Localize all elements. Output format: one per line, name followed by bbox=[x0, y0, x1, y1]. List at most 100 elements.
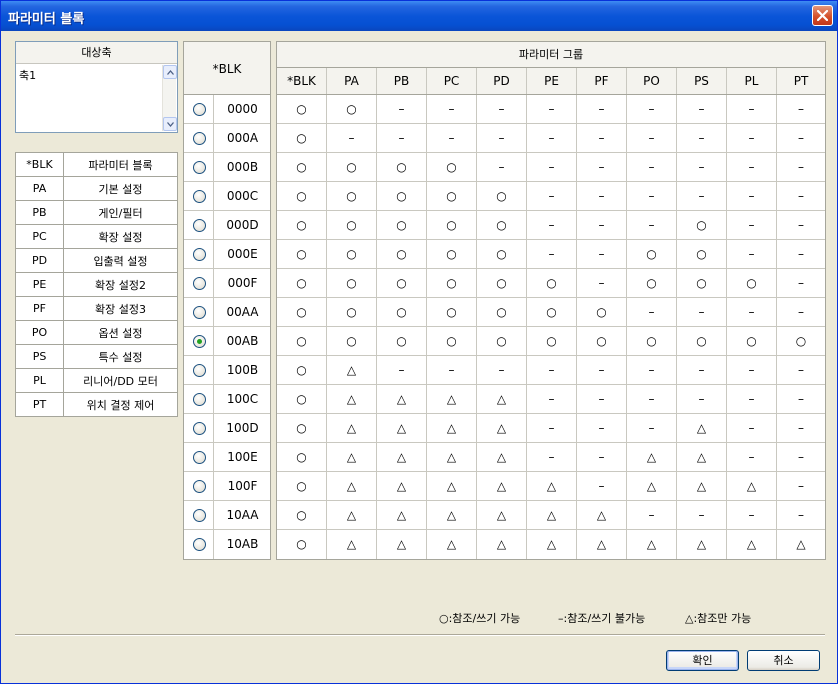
access-cell: – bbox=[527, 356, 577, 384]
access-cell: – bbox=[798, 479, 804, 493]
blk-radio[interactable] bbox=[193, 190, 206, 203]
access-cell: ○ bbox=[277, 356, 327, 384]
blk-radio[interactable] bbox=[193, 538, 206, 551]
access-cell: ○ bbox=[627, 240, 677, 268]
scroll-down-button[interactable] bbox=[163, 117, 177, 131]
table-row: ○ △ △ △ △ △ △ △ △ △ △ bbox=[277, 530, 825, 559]
blk-row[interactable]: 100B bbox=[184, 356, 270, 385]
legend-description: 위치 결정 제어 bbox=[63, 392, 178, 417]
access-cell: ○ bbox=[477, 269, 527, 297]
blk-radio-cell bbox=[184, 530, 214, 559]
target-axis-header: 대상축 bbox=[16, 42, 177, 64]
blk-row[interactable]: 100E bbox=[184, 443, 270, 472]
axis-scrollbar[interactable] bbox=[162, 65, 177, 131]
access-cell: ○ bbox=[577, 298, 627, 326]
access-cell: – bbox=[677, 124, 727, 152]
blk-radio[interactable] bbox=[193, 219, 206, 232]
access-cell: – bbox=[527, 124, 577, 152]
legend-read-only: △:참조만 가능 bbox=[685, 612, 752, 625]
blk-radio[interactable] bbox=[193, 161, 206, 174]
legend-read-write: ○:참조/쓰기 가능 bbox=[439, 612, 521, 625]
access-cell: ○ bbox=[477, 327, 527, 355]
blk-row[interactable]: 000D bbox=[184, 211, 270, 240]
blk-row[interactable]: 000E bbox=[184, 240, 270, 269]
access-cell: – bbox=[727, 414, 777, 442]
access-cell: – bbox=[677, 356, 727, 384]
axis-list-body[interactable]: 축1 bbox=[16, 64, 177, 132]
scroll-up-button[interactable] bbox=[163, 65, 177, 79]
access-cell: △ bbox=[477, 530, 527, 559]
access-cell: △ bbox=[477, 443, 527, 471]
blk-row[interactable]: 10AA bbox=[184, 501, 270, 530]
blk-row[interactable]: 10AB bbox=[184, 530, 270, 559]
chevron-up-icon bbox=[167, 70, 174, 75]
blk-radio[interactable] bbox=[193, 103, 206, 116]
access-cell: – bbox=[577, 472, 627, 500]
group-column-header: PO bbox=[627, 68, 677, 94]
blk-row[interactable]: 100D bbox=[184, 414, 270, 443]
access-cell: – bbox=[627, 182, 677, 210]
target-axis-list: 대상축 축1 bbox=[15, 41, 178, 133]
access-cell: ○ bbox=[377, 298, 427, 326]
blk-radio[interactable] bbox=[193, 335, 206, 348]
table-row: ○ – – – – – – – – – – bbox=[277, 124, 825, 153]
group-legend-table: *BLK 파라미터 블록 PA 기본 설정 PB 게인/필터 PC 확장 설정 PD 입출력 설정… bbox=[15, 152, 178, 417]
legend-row: PT 위치 결정 제어 bbox=[15, 392, 178, 417]
blk-code: 0000 bbox=[227, 102, 258, 116]
blk-radio[interactable] bbox=[193, 393, 206, 406]
title-bar[interactable]: 파라미터 블록 bbox=[1, 1, 837, 31]
blk-radio-cell bbox=[184, 124, 214, 153]
blk-radio[interactable] bbox=[193, 422, 206, 435]
access-cell: – bbox=[727, 182, 777, 210]
legend-description: 확장 설정3 bbox=[63, 296, 178, 321]
blk-radio[interactable] bbox=[193, 364, 206, 377]
axis-item-1[interactable]: 축1 bbox=[19, 67, 36, 83]
table-row: ○ ○ ○ ○ – – – – – – – bbox=[277, 153, 825, 182]
access-cell: △ bbox=[796, 537, 806, 551]
blk-row[interactable]: 100C bbox=[184, 385, 270, 414]
blk-radio[interactable] bbox=[193, 509, 206, 522]
blk-row[interactable]: 000C bbox=[184, 182, 270, 211]
access-cell: ○ bbox=[277, 95, 327, 123]
ok-button[interactable]: 확인 bbox=[666, 650, 739, 671]
access-cell: – bbox=[627, 501, 677, 529]
blk-radio[interactable] bbox=[193, 480, 206, 493]
blk-row[interactable]: 000B bbox=[184, 153, 270, 182]
legend-code: PB bbox=[15, 200, 64, 225]
access-cell: – bbox=[627, 414, 677, 442]
group-column-header: PT bbox=[793, 74, 809, 88]
close-button[interactable] bbox=[812, 5, 833, 26]
legend-code: PE bbox=[15, 272, 64, 297]
access-cell: ○ bbox=[277, 530, 327, 559]
access-cell: – bbox=[477, 124, 527, 152]
table-row: ○ △ △ △ △ – – – – – – bbox=[277, 385, 825, 414]
blk-row[interactable]: 000A bbox=[184, 124, 270, 153]
blk-row[interactable]: 0000 bbox=[184, 95, 270, 124]
access-cell: – bbox=[798, 276, 804, 290]
access-cell: △ bbox=[627, 530, 677, 559]
access-cell: – bbox=[798, 247, 804, 261]
access-cell: ○ bbox=[427, 153, 477, 181]
access-cell: ○ bbox=[427, 182, 477, 210]
blk-row[interactable]: 00AB bbox=[184, 327, 270, 356]
blk-row[interactable]: 000F bbox=[184, 269, 270, 298]
blk-radio[interactable] bbox=[193, 248, 206, 261]
chevron-down-icon bbox=[167, 122, 174, 127]
legend-code: PC bbox=[15, 224, 64, 249]
blk-row[interactable]: 100F bbox=[184, 472, 270, 501]
cancel-button[interactable]: 취소 bbox=[747, 650, 820, 671]
access-cell: – bbox=[477, 153, 527, 181]
legend-row: PD 입출력 설정 bbox=[15, 248, 178, 273]
blk-row[interactable]: 00AA bbox=[184, 298, 270, 327]
blk-radio[interactable] bbox=[193, 451, 206, 464]
access-cell: – bbox=[727, 385, 777, 413]
access-cell: △ bbox=[477, 385, 527, 413]
blk-code: 100D bbox=[226, 421, 259, 435]
access-cell: △ bbox=[377, 472, 427, 500]
access-cell: – bbox=[627, 124, 677, 152]
blk-radio[interactable] bbox=[193, 132, 206, 145]
blk-radio[interactable] bbox=[193, 306, 206, 319]
access-cell: ○ bbox=[377, 269, 427, 297]
blk-radio[interactable] bbox=[193, 277, 206, 290]
access-cell: ○ bbox=[377, 327, 427, 355]
